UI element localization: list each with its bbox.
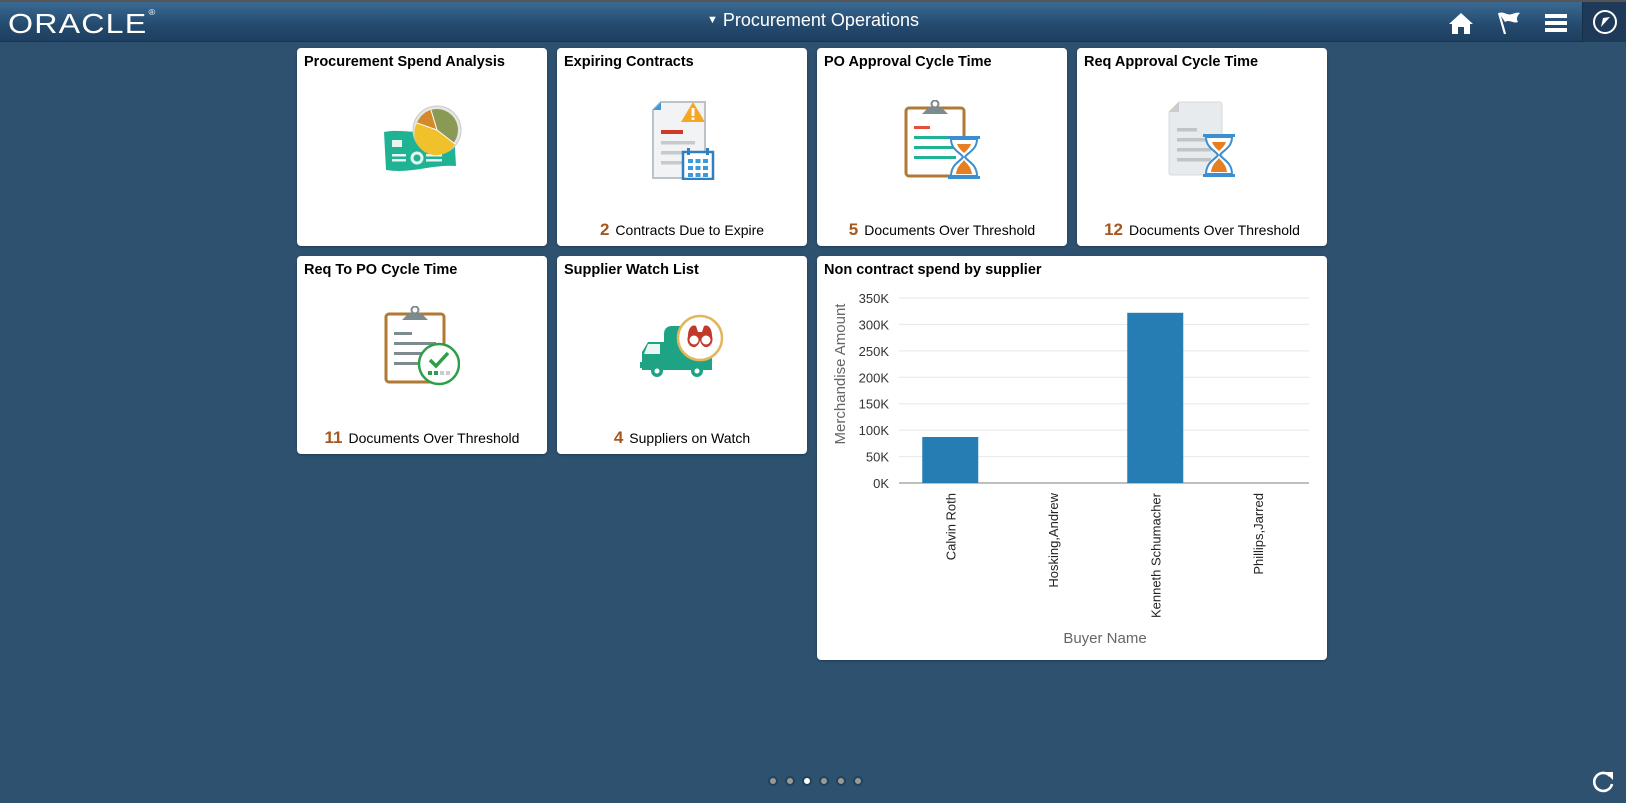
page-dot[interactable]: [802, 776, 812, 786]
homepage-selector[interactable]: ▼ Procurement Operations: [0, 10, 1626, 31]
tile-procurement-spend-analysis[interactable]: Procurement Spend Analysis: [297, 48, 547, 246]
tile-non-contract-spend[interactable]: Non contract spend by supplier 0K 50K 100K…: [817, 256, 1327, 660]
x-tick-label: Hosking,Andrew: [1046, 492, 1061, 587]
refresh-button[interactable]: [1590, 769, 1616, 795]
home-button[interactable]: [1443, 8, 1479, 38]
y-tick-label: 0K: [873, 476, 889, 491]
tile-count: 2 Contracts Due to Expire: [557, 220, 807, 240]
tile-title: Req To PO Cycle Time: [304, 262, 458, 278]
spend-analysis-icon: [382, 104, 462, 181]
tile-count: 4 Suppliers on Watch: [557, 428, 807, 448]
caret-down-icon: ▼: [707, 14, 718, 26]
count-label: Documents Over Threshold: [1128, 222, 1300, 238]
y-tick-label: 300K: [859, 317, 890, 332]
tile-po-approval-cycle-time[interactable]: PO Approval Cycle Time 5 Documents Over T…: [817, 48, 1067, 246]
top-banner: ORACLE® ▼ Procurement Operations: [0, 0, 1626, 42]
count-value: 12: [1104, 220, 1123, 239]
y-tick-label: 350K: [859, 291, 890, 306]
po-approval-icon: [904, 99, 980, 185]
req-to-po-icon: [384, 305, 461, 393]
tile-title: Expiring Contracts: [564, 54, 694, 70]
x-tick-label: Kenneth Schumacher: [1148, 492, 1163, 618]
tile-title: Req Approval Cycle Time: [1084, 54, 1259, 70]
compass-icon: [1592, 10, 1617, 34]
count-value: 2: [599, 220, 610, 239]
count-label: Documents Over Threshold: [864, 222, 1036, 238]
y-tick-label: 150K: [859, 397, 890, 412]
supplier-watch-icon: [640, 314, 724, 385]
actions-list-button[interactable]: [1538, 8, 1574, 38]
page-indicator: [768, 776, 863, 786]
page-title: Procurement Operations: [722, 10, 919, 30]
tile-count: 5 Documents Over Threshold: [817, 220, 1067, 240]
x-tick-label: Phillips,Jarred: [1251, 493, 1266, 575]
req-approval-icon: [1167, 100, 1237, 185]
tile-count: 12 Documents Over Threshold: [1077, 220, 1327, 240]
page-dot[interactable]: [853, 776, 863, 786]
y-tick-label: 50K: [866, 450, 889, 465]
x-tick-label: Calvin Roth: [943, 493, 958, 560]
bar[interactable]: [922, 437, 979, 483]
y-axis-label: Merchandise Amount: [832, 303, 849, 445]
tile-expiring-contracts[interactable]: Expiring Contracts 2 Contracts Due to Exp…: [557, 48, 807, 246]
y-tick-label: 250K: [859, 344, 890, 359]
count-value: 11: [324, 428, 343, 447]
tile-count: 11 Documents Over Threshold: [297, 428, 547, 448]
bar-chart: 0K 50K 100K 150K 200K 250K 300K 350K Calvin Rot…: [832, 291, 1309, 647]
count-label: Suppliers on Watch: [629, 430, 751, 446]
y-tick-label: 200K: [859, 370, 890, 385]
flag-icon: [1497, 12, 1520, 35]
refresh-icon: [1592, 771, 1614, 793]
count-value: 5: [848, 220, 859, 239]
count-label: Contracts Due to Expire: [615, 222, 765, 238]
page-dot[interactable]: [768, 776, 778, 786]
tile-req-approval-cycle-time[interactable]: Req Approval Cycle Time 12 Documents Over…: [1077, 48, 1327, 246]
page-dot[interactable]: [836, 776, 846, 786]
hamburger-menu-icon: [1545, 14, 1567, 32]
bar[interactable]: [1127, 312, 1184, 483]
tile-req-to-po-cycle-time[interactable]: Req To PO Cycle Time 11 Documents Over Th…: [297, 256, 547, 454]
x-axis-label: Buyer Name: [1063, 630, 1146, 647]
count-label: Documents Over Threshold: [348, 430, 520, 446]
count-value: 4: [613, 428, 624, 447]
page-dot[interactable]: [819, 776, 829, 786]
home-icon: [1449, 13, 1473, 34]
expiring-contracts-icon: [647, 100, 717, 185]
notifications-button[interactable]: [1491, 8, 1527, 38]
y-tick-label: 100K: [859, 423, 890, 438]
tile-title: Supplier Watch List: [564, 262, 699, 278]
navbar-button[interactable]: [1582, 2, 1626, 42]
tile-supplier-watch-list[interactable]: Supplier Watch List 4 Suppliers on Watch: [557, 256, 807, 454]
tile-title: Procurement Spend Analysis: [304, 54, 505, 70]
page-dot[interactable]: [785, 776, 795, 786]
tile-title: PO Approval Cycle Time: [824, 54, 992, 70]
